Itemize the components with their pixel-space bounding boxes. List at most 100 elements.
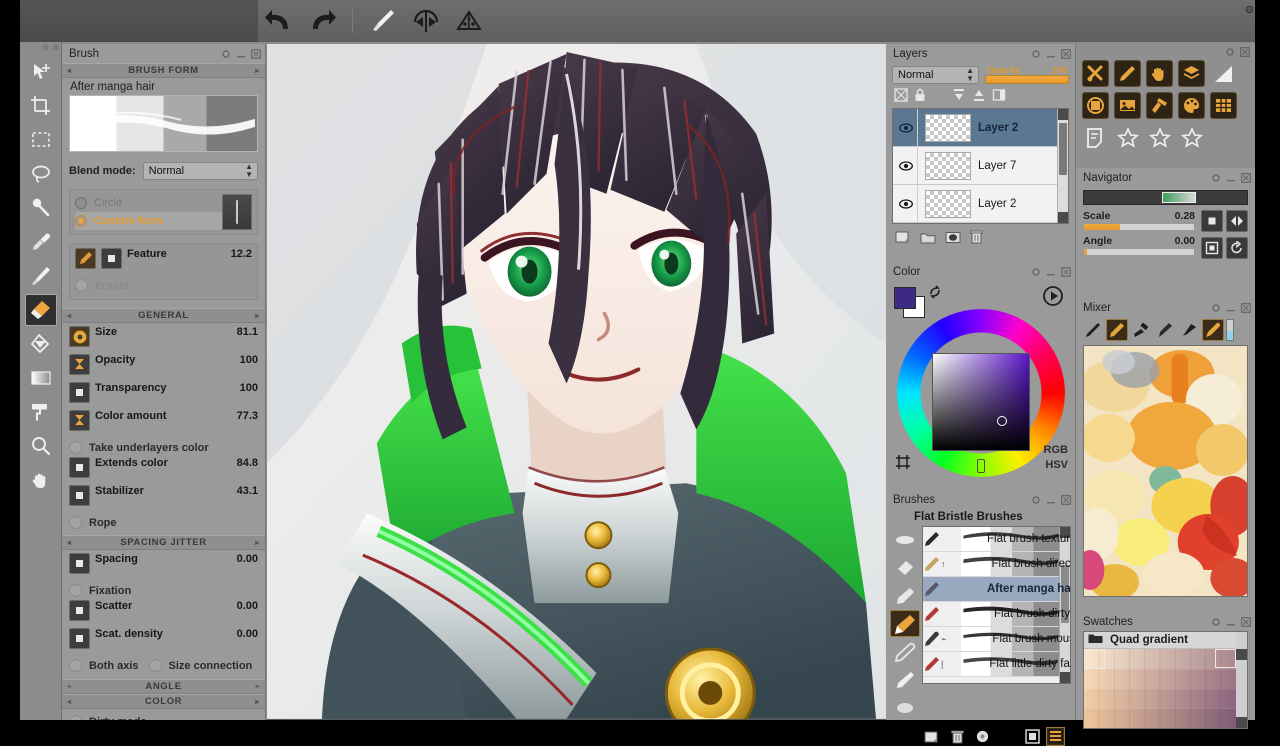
brush-category-pen-icon[interactable] <box>890 638 920 665</box>
layer-visibility-icon[interactable] <box>895 161 917 171</box>
section-brush-form[interactable]: ◂ BRUSH FORM ▸ <box>62 63 265 78</box>
fixation-row[interactable]: Fixation <box>69 581 258 600</box>
opacity-slider[interactable] <box>95 365 97 379</box>
scroll-up-icon[interactable] <box>1236 649 1247 660</box>
hammer-icon[interactable] <box>1146 92 1173 119</box>
crop-tool[interactable] <box>25 90 57 122</box>
layer-visibility-icon[interactable] <box>895 199 917 209</box>
navigator-scale-slider[interactable] <box>1083 223 1195 231</box>
custom-form-thumbnail[interactable] <box>222 194 252 230</box>
zoom-tool[interactable] <box>25 430 57 462</box>
spacing-slider[interactable] <box>95 564 97 578</box>
favorite-1-icon[interactable] <box>1114 124 1141 151</box>
brush-panel-close-icon[interactable] <box>250 48 261 59</box>
brush-category-smudge-icon[interactable] <box>890 526 920 553</box>
swatch-palette-header[interactable]: Quad gradient <box>1084 632 1247 649</box>
brush-icon[interactable] <box>366 4 400 38</box>
color-frame-icon[interactable] <box>895 454 911 473</box>
hand-tools-icon[interactable] <box>1146 60 1173 87</box>
brush-list-item[interactable]: Flat brush dirty <box>923 602 1070 627</box>
folder-icon[interactable] <box>920 231 936 247</box>
hand-tool[interactable] <box>25 464 57 496</box>
mixer-value-bar[interactable] <box>1226 319 1234 341</box>
artwork-canvas[interactable] <box>267 44 886 719</box>
tool-rail-close-icon[interactable]: ⊠ <box>52 43 59 52</box>
brush-list-item[interactable]: Flat brush texture <box>923 527 1070 552</box>
palette-icon[interactable] <box>1178 92 1205 119</box>
brush-category-eraser-icon[interactable] <box>890 554 920 581</box>
scatter-slider[interactable] <box>95 611 97 625</box>
transparency-icon[interactable] <box>69 382 90 403</box>
gradient-tool[interactable] <box>25 362 57 394</box>
mixer-minimize-icon[interactable] <box>1225 302 1236 313</box>
roller-tool[interactable] <box>25 396 57 428</box>
scat-density-slider[interactable] <box>95 639 97 653</box>
canvas-icon[interactable] <box>1082 92 1109 119</box>
mixer-close-icon[interactable] <box>1240 302 1251 313</box>
lock-icon[interactable] <box>914 88 926 105</box>
mixer-settings-icon[interactable] <box>1210 302 1221 313</box>
swatches-minimize-icon[interactable] <box>1225 616 1236 627</box>
layer-list-scrollbar[interactable] <box>1057 109 1068 223</box>
feature-slider[interactable] <box>127 259 129 273</box>
brush-tool[interactable] <box>25 260 57 292</box>
undo-icon[interactable] <box>262 4 296 38</box>
scat-density-icon[interactable] <box>69 628 90 649</box>
layers-close-icon[interactable] <box>1060 48 1071 59</box>
image-icon[interactable] <box>1114 92 1141 119</box>
lasso-tool[interactable] <box>25 158 57 190</box>
eraser-toggle-row[interactable]: Eraser <box>75 276 252 295</box>
brushes-minimize-icon[interactable] <box>1045 494 1056 505</box>
rect-select-tool[interactable] <box>25 124 57 156</box>
layer-row[interactable]: Layer 2 <box>893 185 1068 223</box>
new-layer-icon[interactable] <box>895 230 911 247</box>
clip-icon[interactable] <box>992 88 1006 105</box>
both-axis-option[interactable]: Both axis <box>69 659 139 672</box>
brush-list-item[interactable]: ↑ Flat brush direction <box>923 552 1070 577</box>
scroll-down-icon[interactable] <box>1236 717 1247 728</box>
brushes-close-icon[interactable] <box>1060 494 1071 505</box>
opacity-icon[interactable] <box>69 354 90 375</box>
extends-color-slider[interactable] <box>95 468 97 482</box>
section-angle[interactable]: + ANGLE + <box>62 679 265 694</box>
tool-grid-close-icon[interactable] <box>1239 46 1250 57</box>
scroll-thumb[interactable] <box>1059 123 1067 175</box>
take-underlayers-color-row[interactable]: Take underlayers color <box>69 438 258 457</box>
mixer-brush-icon[interactable] <box>1082 319 1104 341</box>
layers-icon[interactable] <box>1178 60 1205 87</box>
scroll-down-icon[interactable] <box>1060 672 1070 683</box>
rope-row[interactable]: Rope <box>69 513 258 532</box>
navigator-preview[interactable] <box>1083 190 1248 205</box>
tool-grid-settings-icon[interactable] <box>1224 46 1235 57</box>
sv-cursor[interactable] <box>997 416 1007 426</box>
brush-category-flat-icon[interactable] <box>890 582 920 609</box>
mask-icon[interactable] <box>945 231 961 247</box>
mixer-flat-icon[interactable] <box>1130 319 1152 341</box>
play-icon[interactable] <box>1043 286 1063 309</box>
mixer-fan-icon[interactable] <box>1154 319 1176 341</box>
list-view-icon[interactable] <box>1046 727 1065 746</box>
navigator-angle-slider[interactable] <box>1083 248 1195 256</box>
move-tool[interactable] <box>25 56 57 88</box>
swatches-settings-icon[interactable] <box>1210 616 1221 627</box>
favorite-3-icon[interactable] <box>1178 124 1205 151</box>
navigator-minimize-icon[interactable] <box>1225 172 1236 183</box>
swatch-cell-selected[interactable] <box>1084 650 1105 669</box>
brushes-settings-icon[interactable] <box>1030 494 1041 505</box>
scatter-icon[interactable] <box>69 600 90 621</box>
fill-tool[interactable] <box>25 328 57 360</box>
fit-screen-icon[interactable] <box>1201 210 1223 232</box>
favorite-2-icon[interactable] <box>1146 124 1173 151</box>
layer-row[interactable]: Layer 2 <box>893 109 1068 147</box>
layer-visibility-icon[interactable] <box>895 123 917 133</box>
eyedropper-tool[interactable] <box>25 226 57 258</box>
mixer-load-icon[interactable] <box>1106 319 1128 341</box>
grid-icon[interactable] <box>1210 92 1237 119</box>
eraser-tool[interactable] <box>25 294 57 326</box>
stabilizer-slider[interactable] <box>95 496 97 510</box>
feature-toggle-icon[interactable] <box>101 248 122 269</box>
color-close-icon[interactable] <box>1060 266 1071 277</box>
brush-category-round-icon[interactable] <box>890 694 920 721</box>
swatch-grid[interactable] <box>1084 649 1236 728</box>
tool-rail-settings-icon[interactable]: ⚙ <box>42 43 49 52</box>
